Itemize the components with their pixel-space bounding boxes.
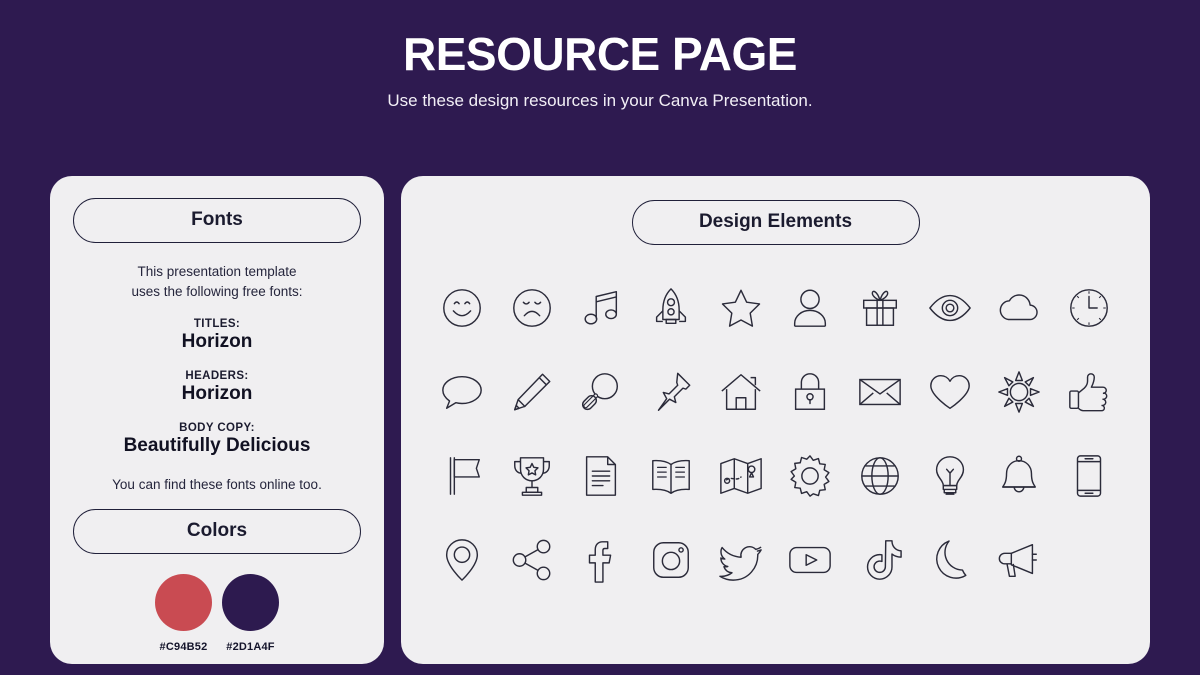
facebook-icon[interactable] — [566, 529, 636, 591]
grid-empty-cell — [1054, 529, 1124, 591]
font-entry-titles: TITLES: Horizon — [70, 318, 364, 353]
fonts-intro-line-2: uses the following free fonts: — [131, 283, 303, 299]
gear-icon[interactable] — [775, 445, 845, 507]
flag-icon[interactable] — [427, 445, 497, 507]
heart-icon[interactable] — [915, 361, 985, 423]
phone-icon[interactable] — [1054, 445, 1124, 507]
house-icon[interactable] — [706, 361, 776, 423]
document-icon[interactable] — [566, 445, 636, 507]
megaphone-icon[interactable] — [985, 529, 1055, 591]
color-swatch-list: #C94B52 #2D1A4F — [70, 574, 364, 653]
trophy-icon[interactable] — [497, 445, 567, 507]
pushpin-icon[interactable] — [636, 361, 706, 423]
person-icon[interactable] — [775, 277, 845, 339]
colors-heading-pill: Colors — [73, 509, 361, 555]
fonts-and-colors-panel: Fonts This presentation template uses th… — [50, 176, 384, 664]
page-subtitle: Use these design resources in your Canva… — [387, 91, 813, 111]
clock-icon[interactable] — [1054, 277, 1124, 339]
design-elements-grid — [421, 277, 1130, 591]
pencil-icon[interactable] — [497, 361, 567, 423]
sad-face-icon[interactable] — [497, 277, 567, 339]
font-role-label: TITLES: — [193, 318, 241, 331]
fonts-heading-pill: Fonts — [73, 198, 361, 243]
book-icon[interactable] — [636, 445, 706, 507]
map-icon[interactable] — [706, 445, 776, 507]
globe-icon[interactable] — [845, 445, 915, 507]
font-name-value: Beautifully Delicious — [123, 435, 311, 457]
envelope-icon[interactable] — [845, 361, 915, 423]
speech-bubble-icon[interactable] — [427, 361, 497, 423]
tiktok-icon[interactable] — [845, 529, 915, 591]
font-name-value: Horizon — [181, 331, 253, 353]
fonts-intro: This presentation template uses the foll… — [70, 262, 364, 301]
instagram-icon[interactable] — [636, 529, 706, 591]
lightbulb-icon[interactable] — [915, 445, 985, 507]
fonts-outro: You can find these fonts online too. — [112, 477, 322, 493]
eye-icon[interactable] — [915, 277, 985, 339]
smiley-face-icon[interactable] — [427, 277, 497, 339]
color-swatch[interactable]: #C94B52 — [153, 574, 214, 653]
star-icon[interactable] — [706, 277, 776, 339]
gift-icon[interactable] — [845, 277, 915, 339]
bell-icon[interactable] — [985, 445, 1055, 507]
location-pin-icon[interactable] — [427, 529, 497, 591]
color-swatch-hex: #C94B52 — [159, 641, 208, 654]
moon-icon[interactable] — [915, 529, 985, 591]
font-name-value: Horizon — [181, 383, 253, 405]
font-entry-body-copy: BODY COPY: Beautifully Delicious — [70, 422, 364, 457]
color-swatch-hex: #2D1A4F — [226, 641, 275, 654]
font-role-label: HEADERS: — [185, 370, 249, 383]
page-title: RESOURCE PAGE — [403, 28, 797, 80]
magnifier-icon[interactable] — [566, 361, 636, 423]
design-elements-panel: Design Elements — [401, 176, 1150, 664]
lock-icon[interactable] — [775, 361, 845, 423]
resource-board: Fonts This presentation template uses th… — [50, 176, 1150, 664]
share-icon[interactable] — [497, 529, 567, 591]
colors-section: Colors #C94B52 #2D1A4F — [70, 509, 364, 653]
cloud-icon[interactable] — [985, 277, 1055, 339]
twitter-icon[interactable] — [706, 529, 776, 591]
font-role-label: BODY COPY: — [179, 422, 255, 435]
design-elements-heading-pill: Design Elements — [631, 200, 920, 245]
music-note-icon[interactable] — [566, 277, 636, 339]
sun-icon[interactable] — [985, 361, 1055, 423]
rocket-icon[interactable] — [636, 277, 706, 339]
color-swatch-dot[interactable] — [155, 574, 212, 632]
fonts-intro-line-1: This presentation template — [137, 264, 297, 279]
color-swatch[interactable]: #2D1A4F — [220, 574, 281, 653]
youtube-icon[interactable] — [775, 529, 845, 591]
color-swatch-dot[interactable] — [222, 574, 279, 632]
thumbs-up-icon[interactable] — [1054, 361, 1124, 423]
font-entry-headers: HEADERS: Horizon — [70, 370, 364, 405]
